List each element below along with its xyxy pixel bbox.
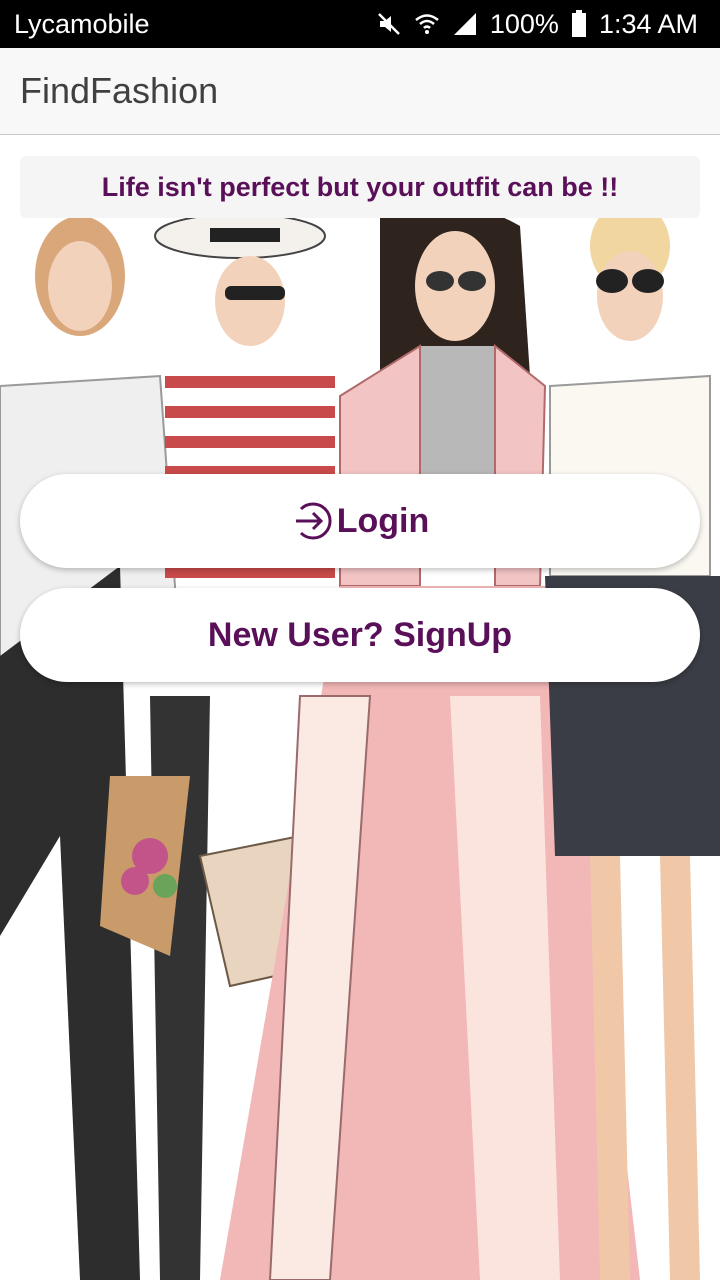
mute-icon xyxy=(377,13,400,35)
login-label: Login xyxy=(336,501,430,540)
carrier-label: Lycamobile xyxy=(14,8,150,39)
clock: 1:34 AM xyxy=(598,8,698,39)
battery-percent: 100% xyxy=(489,8,559,39)
signup-button[interactable]: New User? SignUp xyxy=(20,588,700,682)
signup-label: New User? SignUp xyxy=(207,615,513,654)
status-bar: Lycamobile 100% 1:34 AM xyxy=(0,0,720,48)
app-title: FindFashion xyxy=(20,70,219,111)
main-content: Life isn't perfect but your outfit can b… xyxy=(0,136,720,1280)
app-bar: FindFashion xyxy=(0,48,720,135)
battery-icon xyxy=(571,10,586,37)
wifi-icon xyxy=(415,14,439,34)
login-button[interactable]: Login xyxy=(20,474,700,568)
tagline-banner: Life isn't perfect but your outfit can b… xyxy=(20,156,700,218)
status-icons: 100% 1:34 AM xyxy=(376,9,698,40)
login-arrow-icon xyxy=(291,499,335,543)
fashion-illustration-background xyxy=(0,136,720,1280)
signal-icon xyxy=(453,13,476,35)
